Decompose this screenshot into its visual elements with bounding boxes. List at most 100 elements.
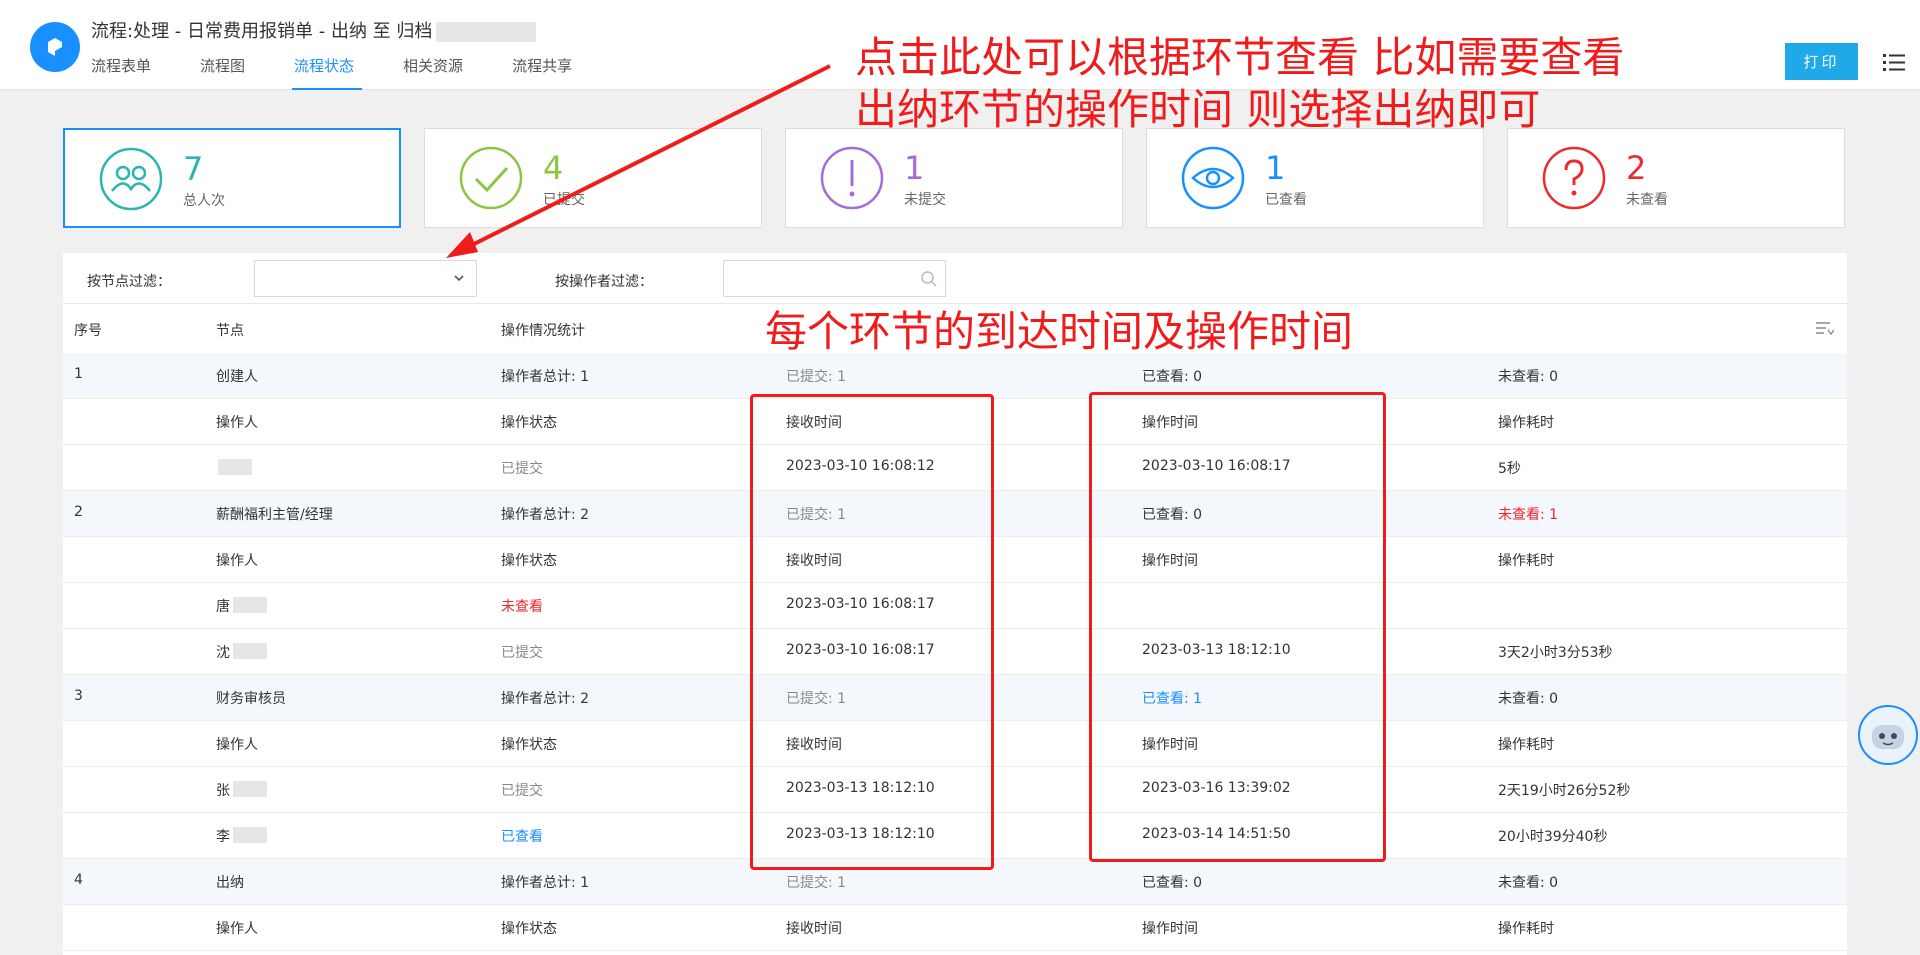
redacted-name	[233, 643, 267, 659]
table-cell: 操作状态	[501, 415, 557, 431]
tab-bar: 流程表单 流程图 流程状态 相关资源 流程共享	[91, 55, 621, 90]
table-cell: 2天19小时26分52秒	[1498, 783, 1631, 799]
operator-filter-label: 按操作者过滤：	[555, 274, 653, 290]
app-logo	[30, 22, 80, 72]
stat-label: 已提交	[543, 192, 585, 208]
page-title: 流程:处理 - 日常费用报销单 - 出纳 至 归档	[91, 17, 537, 43]
table-cell: 操作者总计: 1	[501, 875, 590, 891]
table-cell: 已查看: 0	[1142, 875, 1203, 891]
operator-search-input[interactable]	[723, 260, 946, 297]
table-cell: 操作人	[216, 415, 258, 431]
check-circle-icon	[459, 146, 523, 210]
users-icon	[99, 147, 163, 211]
search-icon[interactable]	[919, 269, 939, 289]
annotation-top-line2: 出纳环节的操作时间 则选择出纳即可	[855, 85, 1541, 134]
stat-card-viewed[interactable]: 1 已查看	[1146, 128, 1484, 228]
table-cell: 张	[216, 783, 230, 799]
table-cell: 薪酬福利主管/经理	[216, 507, 333, 523]
redacted-name	[233, 781, 267, 797]
column-settings-icon[interactable]	[1816, 321, 1834, 337]
stat-card-unsubmitted[interactable]: 1 未提交	[785, 128, 1123, 228]
question-circle-icon	[1542, 146, 1606, 210]
table-cell: 操作耗时	[1498, 737, 1554, 753]
table-cell: 已查看	[501, 829, 543, 845]
stat-label: 已查看	[1265, 192, 1307, 208]
tab-diagram[interactable]: 流程图	[200, 55, 245, 90]
table-cell: 3天2小时3分53秒	[1498, 645, 1613, 661]
stat-label: 总人次	[183, 193, 225, 209]
table-cell: 未查看	[501, 599, 543, 615]
table-cell: 操作人	[216, 553, 258, 569]
table-cell: 已提交	[501, 783, 543, 799]
node-filter-select[interactable]	[254, 260, 477, 297]
eye-icon	[1181, 146, 1245, 210]
table-cell: 20小时39分40秒	[1498, 829, 1608, 845]
node-filter-label: 按节点过滤：	[87, 274, 171, 290]
table-cell: 3	[74, 688, 83, 704]
exclamation-circle-icon	[820, 146, 884, 210]
table-cell: 操作状态	[501, 921, 557, 937]
stat-number: 7	[183, 150, 204, 188]
table-cell: 操作耗时	[1498, 415, 1554, 431]
table-cell: 操作耗时	[1498, 553, 1554, 569]
table-cell: 操作者总计: 2	[501, 507, 590, 523]
stat-label: 未提交	[904, 192, 946, 208]
table-cell: 操作人	[216, 737, 258, 753]
table-cell: 已提交: 1	[786, 875, 847, 891]
tab-share[interactable]: 流程共享	[512, 55, 572, 90]
annotation-top-line1: 点击此处可以根据环节查看 比如需要查看	[855, 33, 1625, 82]
tab-form[interactable]: 流程表单	[91, 55, 151, 90]
table-cell: 出纳	[216, 875, 244, 891]
table-cell: 操作者总计: 2	[501, 691, 590, 707]
header-node: 节点	[216, 323, 244, 339]
table-cell: 已提交	[501, 645, 543, 661]
stat-label: 未查看	[1626, 192, 1668, 208]
table-cell: 2	[74, 504, 83, 520]
stat-number: 1	[1265, 149, 1286, 187]
stat-number: 1	[904, 149, 925, 187]
redacted-name	[218, 459, 252, 475]
header-index: 序号	[74, 323, 102, 339]
table-cell: 李	[216, 829, 230, 845]
table-cell: 操作状态	[501, 737, 557, 753]
table-cell: 未查看: 0	[1498, 691, 1559, 707]
table-cell: 唐	[216, 599, 230, 615]
table-cell: 财务审核员	[216, 691, 286, 707]
annotation-box-operate-time	[1089, 392, 1386, 862]
redacted-text	[436, 22, 537, 42]
stat-number: 4	[543, 149, 564, 187]
annotation-box-received-time	[750, 394, 994, 870]
page-title-text: 流程:处理 - 日常费用报销单 - 出纳 至 归档	[91, 21, 433, 42]
table-cell: 已查看: 0	[1142, 369, 1203, 385]
annotation-middle: 每个环节的到达时间及操作时间	[765, 307, 1354, 356]
table-cell: 沈	[216, 645, 230, 661]
chevron-down-icon	[454, 275, 464, 282]
stat-card-total[interactable]: 7 总人次	[63, 128, 401, 228]
stat-card-submitted[interactable]: 4 已提交	[424, 128, 762, 228]
tab-status[interactable]: 流程状态	[292, 55, 363, 90]
table-cell: 未查看: 0	[1498, 369, 1559, 385]
table-row-node: 1 创建人 操作者总计: 1 已提交: 1 已查看: 0 未查看: 0	[63, 353, 1847, 399]
stat-card-unviewed[interactable]: 2 未查看	[1507, 128, 1845, 228]
table-row-subheader: 操作人 操作状态 接收时间 操作时间 操作耗时	[63, 905, 1847, 951]
table-cell: 操作状态	[501, 553, 557, 569]
table-cell: 已提交	[501, 461, 543, 477]
table-cell: 操作时间	[1142, 921, 1198, 937]
table-cell: 操作耗时	[1498, 921, 1554, 937]
table-cell: 1	[74, 366, 83, 382]
print-button[interactable]: 打印	[1785, 43, 1858, 80]
tab-resources[interactable]: 相关资源	[403, 55, 463, 90]
stat-number: 2	[1626, 149, 1647, 187]
menu-list-icon[interactable]	[1883, 51, 1905, 73]
table-cell: 4	[74, 872, 83, 888]
assistant-robot-button[interactable]	[1858, 705, 1918, 765]
table-cell: 未查看: 0	[1498, 875, 1559, 891]
redacted-name	[233, 597, 267, 613]
table-cell: 接收时间	[786, 921, 842, 937]
header-stats: 操作情况统计	[501, 323, 585, 339]
table-cell: 已提交: 1	[786, 369, 847, 385]
table-cell: 5秒	[1498, 461, 1521, 477]
table-cell: 操作者总计: 1	[501, 369, 590, 385]
table-cell: 操作人	[216, 921, 258, 937]
table-cell: 创建人	[216, 369, 258, 385]
